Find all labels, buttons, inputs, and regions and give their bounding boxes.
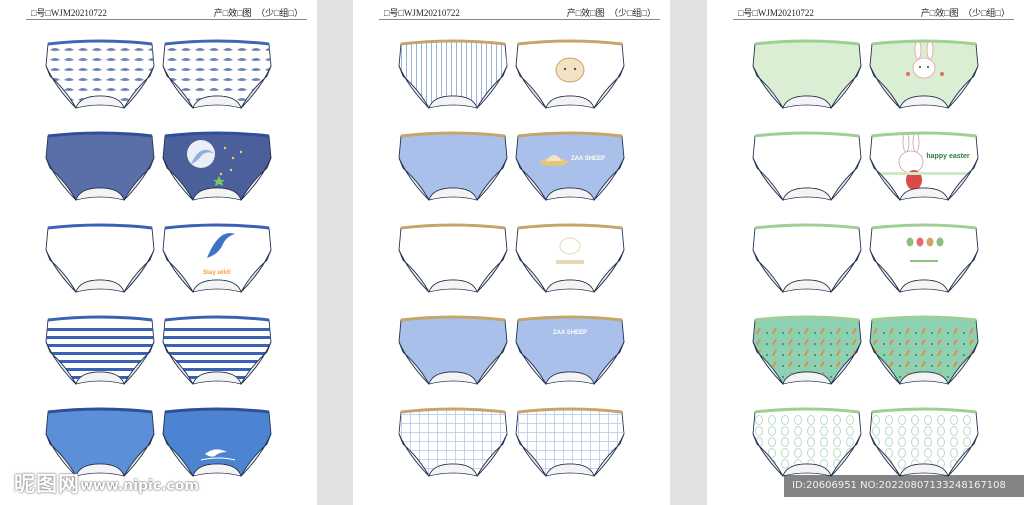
design-sheet-1: □号□WJM20210722 产□效□图 （少□组□） Stay wild! [0, 0, 317, 505]
sheet-title: 产□效□图 （少□组□） [920, 8, 1010, 18]
header-rule [733, 19, 1014, 20]
design-sheet-3: □号□WJM20210722 产□效□图 （少□组□） happy easter [707, 0, 1024, 505]
panty-grid: happy easter [707, 36, 1024, 496]
header-rule [379, 19, 660, 20]
panty-left-row-5 [751, 404, 863, 480]
panty-left-row-1 [44, 36, 156, 112]
sheet-code: □号□WJM20210722 [384, 8, 460, 18]
panty-left-row-1 [397, 36, 509, 112]
panty-print-text: ZAA SHEEP [553, 330, 587, 336]
panty-right-row-3 [868, 220, 980, 296]
watermark-brand: 昵图网 [14, 472, 80, 496]
panty-left-row-5 [397, 404, 509, 480]
panty-right-row-4 [161, 312, 273, 388]
panty-right-row-5 [868, 404, 980, 480]
panty-right-row-1 [161, 36, 273, 112]
panty-print-text: ZAA SHEEP [571, 156, 605, 162]
sheet-title: 产□效□图 （少□组□） [213, 8, 303, 18]
panty-right-row-4 [868, 312, 980, 388]
panty-right-row-1 [868, 36, 980, 112]
panty-left-row-2 [44, 128, 156, 204]
panty-grid: ZAA SHEEP ZAA SHEEP [353, 36, 670, 496]
panty-left-row-4 [397, 312, 509, 388]
sheet-header: □号□WJM20210722 产□效□图 （少□组□） [707, 4, 1024, 20]
panty-left-row-4 [751, 312, 863, 388]
panty-grid: Stay wild! [0, 36, 317, 496]
panty-print-text: Stay wild! [203, 270, 231, 276]
sheet-header: □号□WJM20210722 产□效□图 （少□组□） [0, 4, 317, 20]
header-rule [26, 19, 307, 20]
panty-left-row-3 [751, 220, 863, 296]
sheet-code: □号□WJM20210722 [31, 8, 107, 18]
panty-left-row-3 [44, 220, 156, 296]
panty-left-row-4 [44, 312, 156, 388]
panty-right-row-3: Stay wild! [161, 220, 273, 296]
panty-right-row-2: happy easter [868, 128, 980, 204]
panty-left-row-3 [397, 220, 509, 296]
watermark-url: www.nipic.com [80, 478, 199, 494]
design-sheet-2: □号□WJM20210722 产□效□图 （少□组□） ZAA SHEEP ZAA… [353, 0, 670, 505]
panty-right-row-4: ZAA SHEEP [514, 312, 626, 388]
panty-right-row-1 [514, 36, 626, 112]
panty-right-row-3 [514, 220, 626, 296]
panty-right-row-5 [514, 404, 626, 480]
panty-right-row-2 [161, 128, 273, 204]
panty-left-row-1 [751, 36, 863, 112]
sheet-title: 产□效□图 （少□组□） [566, 8, 656, 18]
panty-right-row-5 [161, 404, 273, 480]
sheet-header: □号□WJM20210722 产□效□图 （少□组□） [353, 4, 670, 20]
sheet-code: □号□WJM20210722 [738, 8, 814, 18]
panty-left-row-2 [397, 128, 509, 204]
watermark-id: ID:20606951 NO:20220807133248167108 [784, 475, 1024, 497]
panty-print-text: happy easter [926, 153, 969, 160]
panty-right-row-2: ZAA SHEEP [514, 128, 626, 204]
panty-left-row-2 [751, 128, 863, 204]
